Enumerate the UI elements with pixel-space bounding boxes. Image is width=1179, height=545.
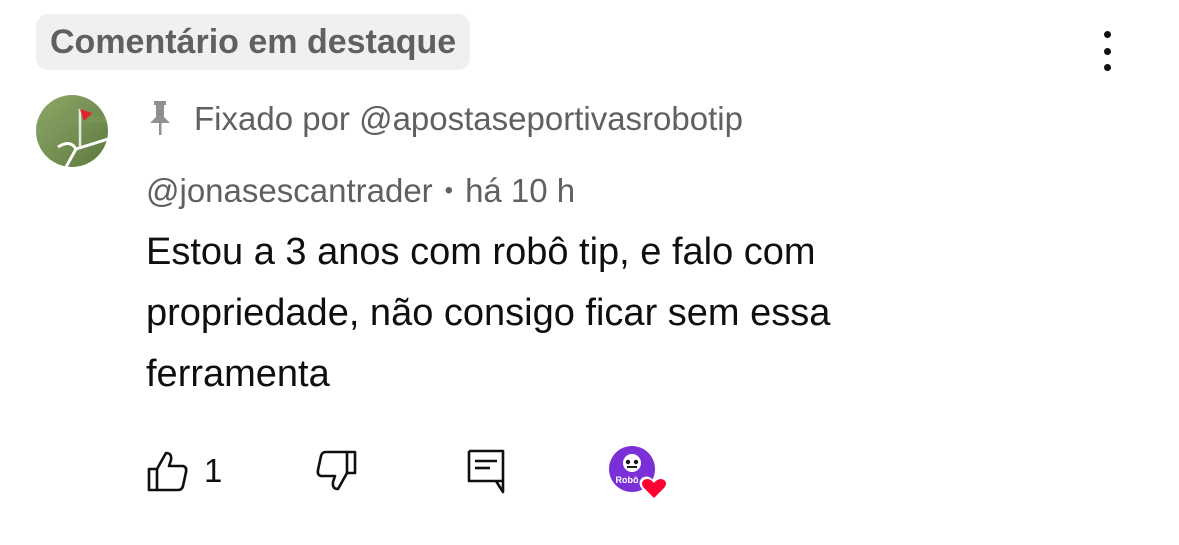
corner-flag-avatar-icon [36,95,108,167]
comment-body: Estou a 3 anos com robô tip, e falo com … [146,231,831,395]
more-vert-icon[interactable] [1086,28,1128,74]
creator-logo-text: Robô [616,475,639,485]
comment-timestamp[interactable]: há 10 h [465,172,575,210]
pinned-text: Fixado por @apostaseportivasrobotip [194,100,743,137]
like-count: 1 [204,452,223,489]
comment-meta: @jonasescantrader • há 10 h [146,168,575,214]
thumbs-up-icon [147,451,188,492]
meta-separator: • [444,177,454,204]
pinned-indicator: Fixado por @apostaseportivasrobotip [146,96,743,142]
featured-comment-label: Comentário em destaque [50,22,457,61]
like-button[interactable]: 1 [146,443,222,499]
reply-comment-icon [467,449,505,494]
featured-comment-chip: Comentário em destaque [36,14,471,70]
reply-button[interactable] [464,443,508,499]
pin-icon [150,101,170,135]
author-handle[interactable]: @jonasescantrader [146,172,433,210]
creator-logo-icon: Robô [609,446,669,501]
thumbs-down-icon [316,450,357,491]
comment-actions: 1 Robô [146,443,706,501]
avatar[interactable] [36,95,108,167]
heart-icon [639,476,669,501]
dislike-button[interactable] [314,443,358,499]
creator-heart-badge: Robô [608,445,670,503]
